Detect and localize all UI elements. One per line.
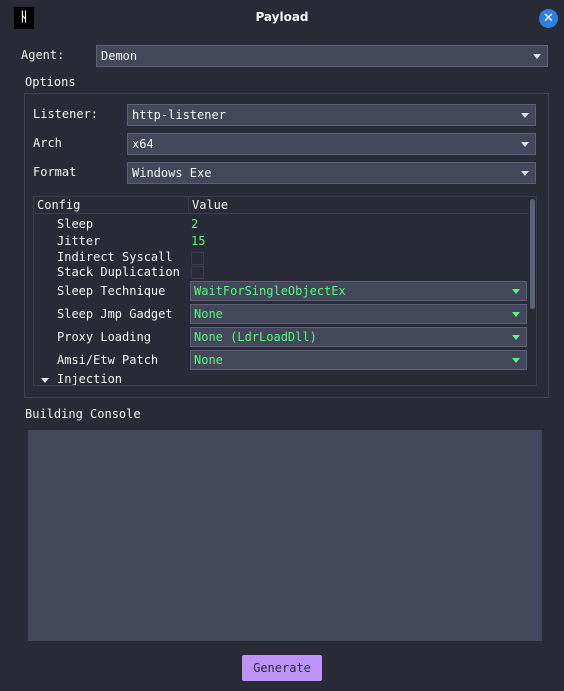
building-console-output[interactable] [28, 430, 542, 641]
format-label: Format [33, 165, 77, 179]
arch-select[interactable]: x64 [127, 133, 536, 155]
amsi-etw-patch-select[interactable]: None [190, 350, 527, 370]
sleep-jmp-gadget-select[interactable]: None [190, 304, 527, 324]
generate-button[interactable]: Generate [242, 655, 322, 681]
chevron-down-icon [512, 335, 520, 340]
building-console-title: Building Console [25, 407, 141, 421]
arch-select-value: x64 [132, 137, 154, 151]
config-table-header: Config Value [34, 197, 528, 214]
proxy-loading-value: None (LdrLoadDll) [194, 330, 317, 344]
config-table-scrollbar[interactable] [528, 197, 536, 385]
format-select[interactable]: Windows Exe [127, 162, 536, 184]
config-value-sleep[interactable]: 2 [191, 217, 198, 231]
chevron-down-icon [521, 171, 529, 176]
config-table: Config Value Sleep 2 Jitter 15 Indirect … [33, 196, 537, 386]
indirect-syscall-checkbox[interactable] [191, 252, 204, 265]
agent-label: Agent: [21, 48, 65, 62]
config-key-jitter: Jitter [57, 234, 101, 248]
chevron-down-icon [512, 289, 520, 294]
chevron-down-icon [521, 142, 529, 147]
chevron-down-icon [512, 358, 520, 363]
config-key-stack-duplication: Stack Duplication [57, 265, 180, 279]
stack-duplication-checkbox[interactable] [191, 266, 204, 279]
header-separator [188, 197, 189, 214]
listener-select[interactable]: http-listener [127, 104, 536, 126]
chevron-down-icon [521, 113, 529, 118]
chevron-down-icon [512, 312, 520, 317]
header-config[interactable]: Config [37, 197, 80, 213]
expand-arrow-icon[interactable] [41, 378, 49, 383]
agent-select-value: Demon [101, 49, 138, 63]
sleep-jmp-gadget-value: None [194, 307, 223, 321]
scrollbar-thumb[interactable] [530, 199, 535, 309]
format-select-value: Windows Exe [132, 166, 212, 180]
proxy-loading-select[interactable]: None (LdrLoadDll) [190, 327, 527, 347]
chevron-down-icon [533, 54, 541, 59]
listener-select-value: http-listener [132, 108, 226, 122]
config-key-indirect-syscall: Indirect Syscall [57, 250, 173, 264]
config-key-amsi-etw-patch: Amsi/Etw Patch [57, 353, 159, 367]
config-key-sleep-technique: Sleep Technique [57, 284, 166, 298]
config-key-injection: Injection [57, 372, 123, 386]
config-value-jitter[interactable]: 15 [191, 234, 205, 248]
header-value[interactable]: Value [192, 197, 228, 213]
config-key-sleep: Sleep [57, 217, 94, 231]
close-icon[interactable]: ✕ [539, 9, 558, 28]
window-title: Payload [255, 10, 309, 24]
title-bar: ᚺ Payload ✕ [0, 0, 564, 36]
amsi-etw-patch-value: None [194, 353, 223, 367]
sleep-technique-select[interactable]: WaitForSingleObjectEx [190, 281, 527, 301]
agent-select[interactable]: Demon [96, 45, 548, 67]
tree-item-injection[interactable]: Injection [34, 372, 528, 386]
options-group-title: Options [25, 75, 76, 89]
sleep-technique-value: WaitForSingleObjectEx [194, 284, 346, 298]
listener-label: Listener: [33, 107, 99, 121]
config-key-proxy-loading: Proxy Loading [57, 330, 151, 344]
config-key-sleep-jmp-gadget: Sleep Jmp Gadget [57, 307, 173, 321]
arch-label: Arch [33, 136, 62, 150]
